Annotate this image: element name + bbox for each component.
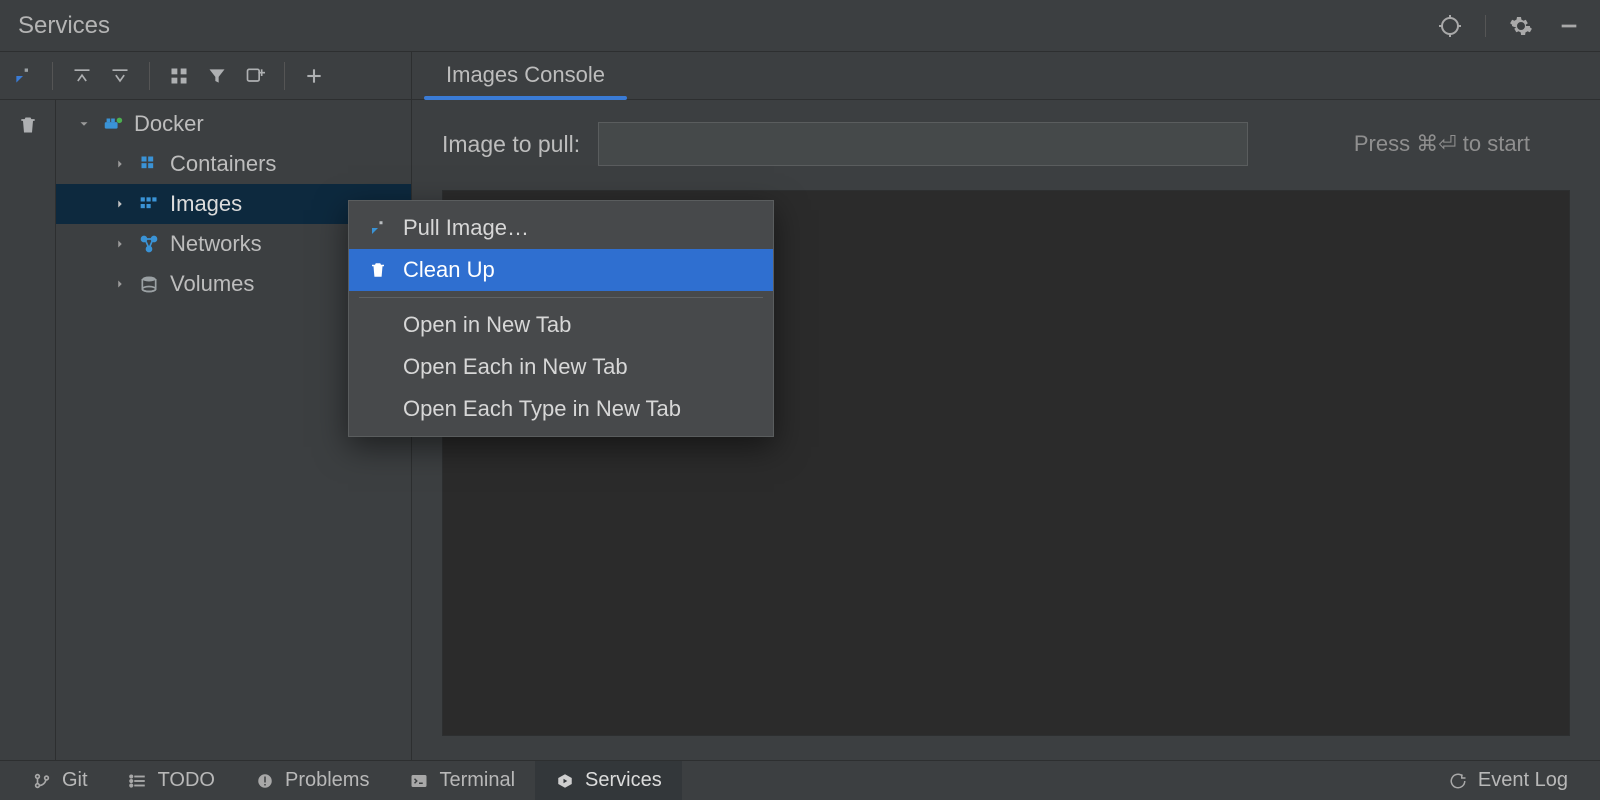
tree-node-label: Volumes — [170, 271, 254, 297]
footer-label: TODO — [158, 769, 215, 792]
new-layout-icon[interactable] — [238, 59, 272, 93]
tree-node-docker[interactable]: Docker — [56, 104, 411, 144]
menu-item-open-each-type-new-tab[interactable]: Open Each Type in New Tab — [349, 388, 773, 430]
titlebar-right — [1437, 13, 1582, 39]
trash-icon[interactable] — [11, 108, 45, 142]
separator — [149, 62, 150, 90]
menu-item-label: Open Each Type in New Tab — [403, 396, 681, 422]
trash-icon — [367, 259, 389, 281]
expand-all-icon[interactable] — [65, 59, 99, 93]
collapse-all-icon[interactable] — [103, 59, 137, 93]
tree-node-containers[interactable]: Containers — [56, 144, 411, 184]
footer-item-git[interactable]: Git — [12, 761, 108, 800]
collapse-in-icon[interactable] — [6, 59, 40, 93]
main-area: Docker Containers — [0, 52, 1600, 760]
menu-item-label: Clean Up — [403, 257, 495, 283]
menu-item-label: Open Each in New Tab — [403, 354, 628, 380]
list-icon — [128, 771, 148, 791]
gear-icon[interactable] — [1508, 13, 1534, 39]
minimize-icon[interactable] — [1556, 13, 1582, 39]
filter-icon[interactable] — [200, 59, 234, 93]
footer-item-todo[interactable]: TODO — [108, 761, 235, 800]
menu-item-label: Open in New Tab — [403, 312, 571, 338]
volumes-icon — [138, 273, 160, 295]
footer-item-problems[interactable]: Problems — [235, 761, 389, 800]
menu-item-open-each-new-tab[interactable]: Open Each in New Tab — [349, 346, 773, 388]
chevron-right-icon — [112, 277, 128, 291]
sidebar-toolbar — [0, 52, 411, 100]
git-branch-icon — [32, 771, 52, 791]
panel-title: Services — [18, 12, 110, 40]
footer-item-event-log[interactable]: Event Log — [1428, 761, 1588, 800]
sidebar-left-column — [0, 100, 56, 760]
pull-label: Image to pull: — [442, 131, 580, 158]
separator — [1485, 15, 1486, 37]
grid-icon[interactable] — [162, 59, 196, 93]
context-menu: Pull Image… Clean Up Open in New Tab Ope… — [348, 200, 774, 437]
problems-icon — [255, 771, 275, 791]
titlebar: Services — [0, 0, 1600, 52]
terminal-icon — [409, 771, 429, 791]
tree-node-label: Images — [170, 191, 242, 217]
menu-item-open-in-new-tab[interactable]: Open in New Tab — [349, 304, 773, 346]
containers-icon — [138, 153, 160, 175]
image-to-pull-input[interactable] — [598, 122, 1248, 166]
chevron-down-icon — [76, 117, 92, 131]
footer-label: Event Log — [1478, 769, 1568, 792]
content-tabbar: Images Console — [412, 52, 1600, 100]
separator — [284, 62, 285, 90]
images-icon — [138, 193, 160, 215]
footer-item-services[interactable]: Services — [535, 761, 682, 800]
menu-item-clean-up[interactable]: Clean Up — [349, 249, 773, 291]
add-icon[interactable] — [297, 59, 331, 93]
separator — [52, 62, 53, 90]
docker-icon — [102, 113, 124, 135]
networks-icon — [138, 233, 160, 255]
chevron-right-icon — [112, 197, 128, 211]
footer-item-terminal[interactable]: Terminal — [389, 761, 535, 800]
footer-label: Problems — [285, 769, 369, 792]
tree-node-label: Docker — [134, 111, 204, 137]
footer-label: Services — [585, 769, 662, 792]
pull-hint: Press ⌘⏎ to start — [1354, 131, 1570, 157]
target-icon[interactable] — [1437, 13, 1463, 39]
menu-separator — [359, 297, 763, 298]
chevron-right-icon — [112, 157, 128, 171]
pull-row: Image to pull: Press ⌘⏎ to start — [412, 100, 1600, 184]
play-circle-icon — [555, 771, 575, 791]
footer-label: Terminal — [439, 769, 515, 792]
pull-image-icon — [367, 217, 389, 239]
chevron-right-icon — [112, 237, 128, 251]
event-log-icon — [1448, 771, 1468, 791]
footer: Git TODO Problems Terminal Services Even… — [0, 760, 1600, 800]
menu-item-pull-image[interactable]: Pull Image… — [349, 207, 773, 249]
tab-images-console[interactable]: Images Console — [424, 51, 627, 99]
footer-label: Git — [62, 769, 88, 792]
tree-node-label: Containers — [170, 151, 276, 177]
tab-label: Images Console — [446, 62, 605, 88]
menu-item-label: Pull Image… — [403, 215, 529, 241]
tree-node-label: Networks — [170, 231, 262, 257]
